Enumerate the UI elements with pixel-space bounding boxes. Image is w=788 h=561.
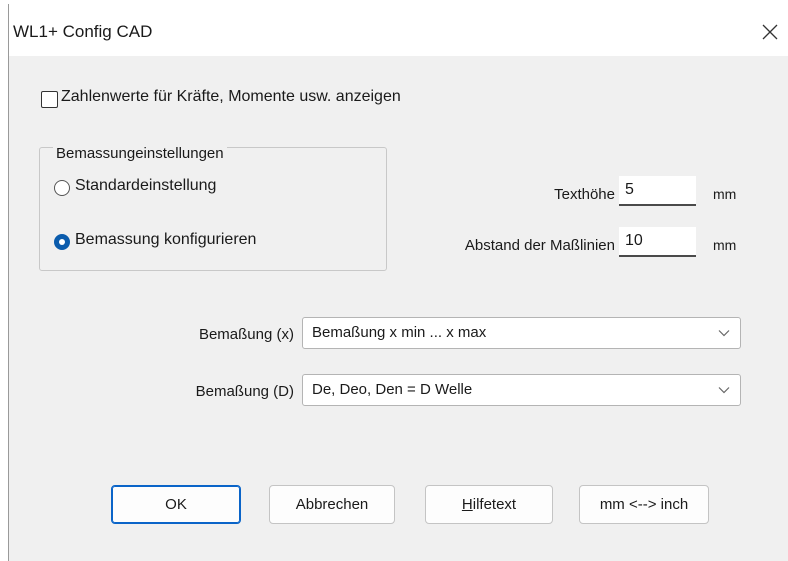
show-values-checkbox[interactable] <box>41 91 58 108</box>
chevron-down-icon <box>718 330 730 337</box>
standard-setting-label: Standardeinstellung <box>75 177 217 194</box>
text-height-label: Texthöhe <box>554 186 615 203</box>
configure-dimensioning-radio[interactable] <box>54 234 70 250</box>
configure-dimensioning-label: Bemassung konfigurieren <box>75 231 257 248</box>
close-icon <box>762 24 778 40</box>
chevron-down-icon <box>718 387 730 394</box>
help-text-button-label: Hilfetext <box>461 496 517 513</box>
line-spacing-unit: mm <box>713 237 737 253</box>
ok-button[interactable]: OK <box>111 485 241 524</box>
config-cad-dialog: WL1+ Config CAD Zahlenwerte für Kräfte, … <box>8 4 788 561</box>
window-title: WL1+ Config CAD <box>13 22 153 41</box>
dimension-x-dropdown[interactable]: Bemaßung x min ... x max <box>302 317 741 349</box>
dimension-x-value: Bemaßung x min ... x max <box>312 324 487 341</box>
line-spacing-input[interactable] <box>619 227 696 257</box>
text-height-input[interactable] <box>619 176 696 206</box>
title-bar: WL1+ Config CAD <box>9 4 788 56</box>
dimensioning-group-legend: Bemassungeinstellungen <box>53 145 227 162</box>
show-values-label: Zahlenwerte für Kräfte, Momente usw. anz… <box>61 88 401 105</box>
text-height-unit: mm <box>713 186 737 202</box>
close-button[interactable] <box>751 14 788 50</box>
line-spacing-label: Abstand der Maßlinien <box>464 237 615 254</box>
dimension-x-label: Bemaßung (x) <box>198 326 294 343</box>
dimension-d-dropdown[interactable]: De, Deo, Den = D Welle <box>302 374 741 406</box>
cancel-button[interactable]: Abbrechen <box>269 485 395 524</box>
unit-convert-button-label: mm <--> inch <box>599 496 689 513</box>
dimension-d-label: Bemaßung (D) <box>195 383 294 400</box>
cancel-button-label: Abbrechen <box>295 496 369 513</box>
dimensioning-groupbox <box>39 147 387 271</box>
help-text-button[interactable]: Hilfetext <box>425 485 553 524</box>
dimension-d-value: De, Deo, Den = D Welle <box>312 381 473 398</box>
unit-convert-button[interactable]: mm <--> inch <box>579 485 709 524</box>
standard-setting-radio[interactable] <box>54 180 70 196</box>
ok-button-label: OK <box>165 496 187 513</box>
